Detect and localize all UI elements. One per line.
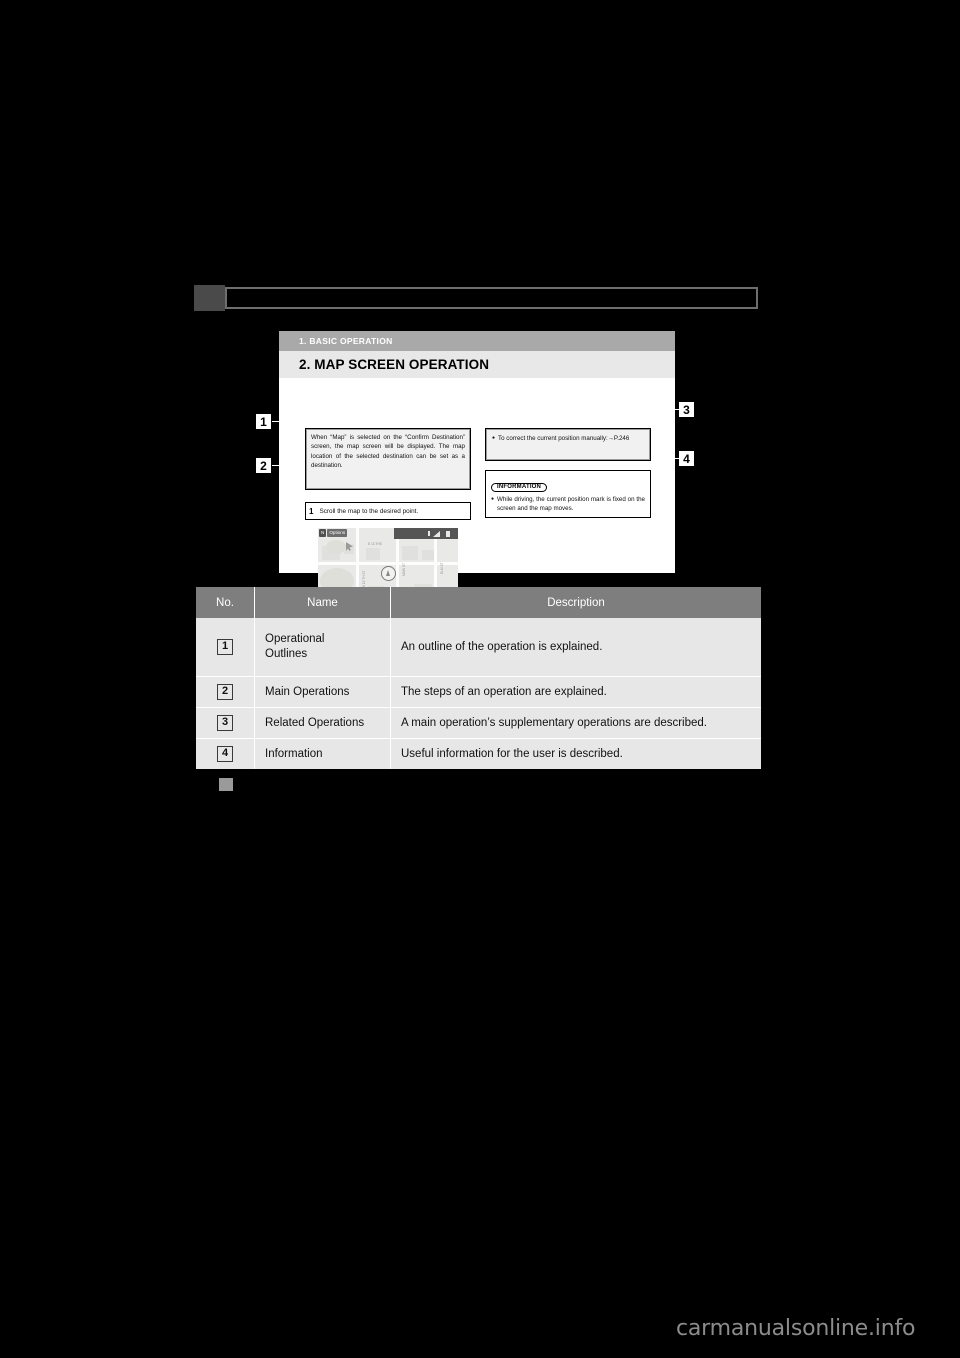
table-row: 2 Main Operations The steps of an operat… [196,676,761,708]
table-cell-no: 4 [196,738,255,769]
table-header-name: Name [254,587,391,618]
battery-icon [446,531,450,537]
related-operations-box: ● To correct the current position manual… [485,428,651,461]
callout-leader-4 [652,458,679,460]
chapter-tab [194,285,225,311]
main-operation-step-text: Scroll the map to the desired point. [319,507,419,515]
chapter-title-strip [225,287,758,309]
related-operations-text: To correct the current position manually… [498,435,630,442]
operational-outlines-box: When “Map” is selected on the “Confirm D… [305,428,471,490]
table-row: 4 Information Useful information for the… [196,738,761,769]
figure-panel: 1. BASIC OPERATION 2. MAP SCREEN OPERATI… [279,331,675,616]
bullet-icon: ● [492,435,496,441]
table-cell-name-line1: Operational [265,633,325,645]
table-cell-description: A main operation’s supplementary operati… [390,707,761,739]
table-cell-no: 1 [196,618,255,677]
table-cell-name: Operational Outlines [254,618,391,677]
callout-marker-2: 2 [255,457,272,474]
map-top-left-controls: N Options [319,529,348,537]
main-operation-step-number: 1 [309,506,314,516]
table-cell-no: 2 [196,676,255,708]
callout-marker-1: 1 [255,413,272,430]
row-marker: 1 [217,639,233,655]
related-operations-bullet-line: ● To correct the current position manual… [492,434,644,443]
callout-leader-3 [652,409,679,411]
map-street-label: ELM ST [440,562,444,574]
table-cell-description: The steps of an operation are explained. [390,676,761,708]
callout-leader-1 [272,421,302,423]
figure-section-label: 1. BASIC OPERATION [279,331,675,351]
table-cell-name: Main Operations [254,676,391,708]
callout-marker-3: 3 [678,401,695,418]
row-marker: 2 [217,684,233,700]
current-position-marker-icon [381,566,396,581]
row-marker: 4 [217,746,233,762]
compass-icon[interactable]: N [319,529,327,537]
map-street-label: E 13 THS [368,542,382,546]
row-marker: 3 [217,715,233,731]
figure-body: When “Map” is selected on the “Confirm D… [279,378,675,616]
table-cell-name: Information [254,738,391,769]
table-row: 3 Related Operations A main operation’s … [196,707,761,739]
related-operations-inner: ● To correct the current position manual… [486,429,650,460]
map-options-button[interactable]: Options [327,529,348,537]
page-section-marker [219,778,233,791]
table-cell-name: Related Operations [254,707,391,739]
table-cell-description: An outline of the operation is explained… [390,618,761,677]
table-cell-name-line2: Outlines [265,648,308,660]
chapter-bar [194,285,760,311]
information-inner: INFORMATION ● While driving, the current… [486,471,650,517]
table-header-description: Description [390,587,761,618]
information-bullet-line: ● While driving, the current position ma… [491,495,645,513]
table-cell-no: 3 [196,707,255,739]
main-operation-box: 1 Scroll the map to the desired point. [305,502,471,520]
operational-outlines-inner: When “Map” is selected on the “Confirm D… [306,429,470,489]
map-street-label: MAIN ST [402,563,406,576]
operational-outlines-text: When “Map” is selected on the “Confirm D… [311,434,465,470]
callout-marker-4: 4 [678,450,695,467]
map-street-label: W 13 TH ST [362,570,366,588]
main-operation-row: 1 Scroll the map to the desired point. [306,503,470,519]
table-header-row: No. Name Description [196,587,761,618]
table-cell-description: Useful information for the user is descr… [390,738,761,769]
map-status-bar [394,528,458,539]
bullet-icon: ● [491,495,495,502]
information-text: While driving, the current position mark… [497,495,645,512]
site-watermark: carmanualsonline.info [676,1316,916,1341]
figure-title: 2. MAP SCREEN OPERATION [279,351,675,378]
information-pill-label: INFORMATION [491,482,548,492]
table-row: 1 Operational Outlines An outline of the… [196,618,761,677]
legend-table: No. Name Description 1 Operational Outli… [196,587,761,769]
table-header-no: No. [196,587,255,618]
callout-leader-2 [272,465,302,467]
information-box: INFORMATION ● While driving, the current… [485,470,651,518]
signal-icon [433,531,440,537]
